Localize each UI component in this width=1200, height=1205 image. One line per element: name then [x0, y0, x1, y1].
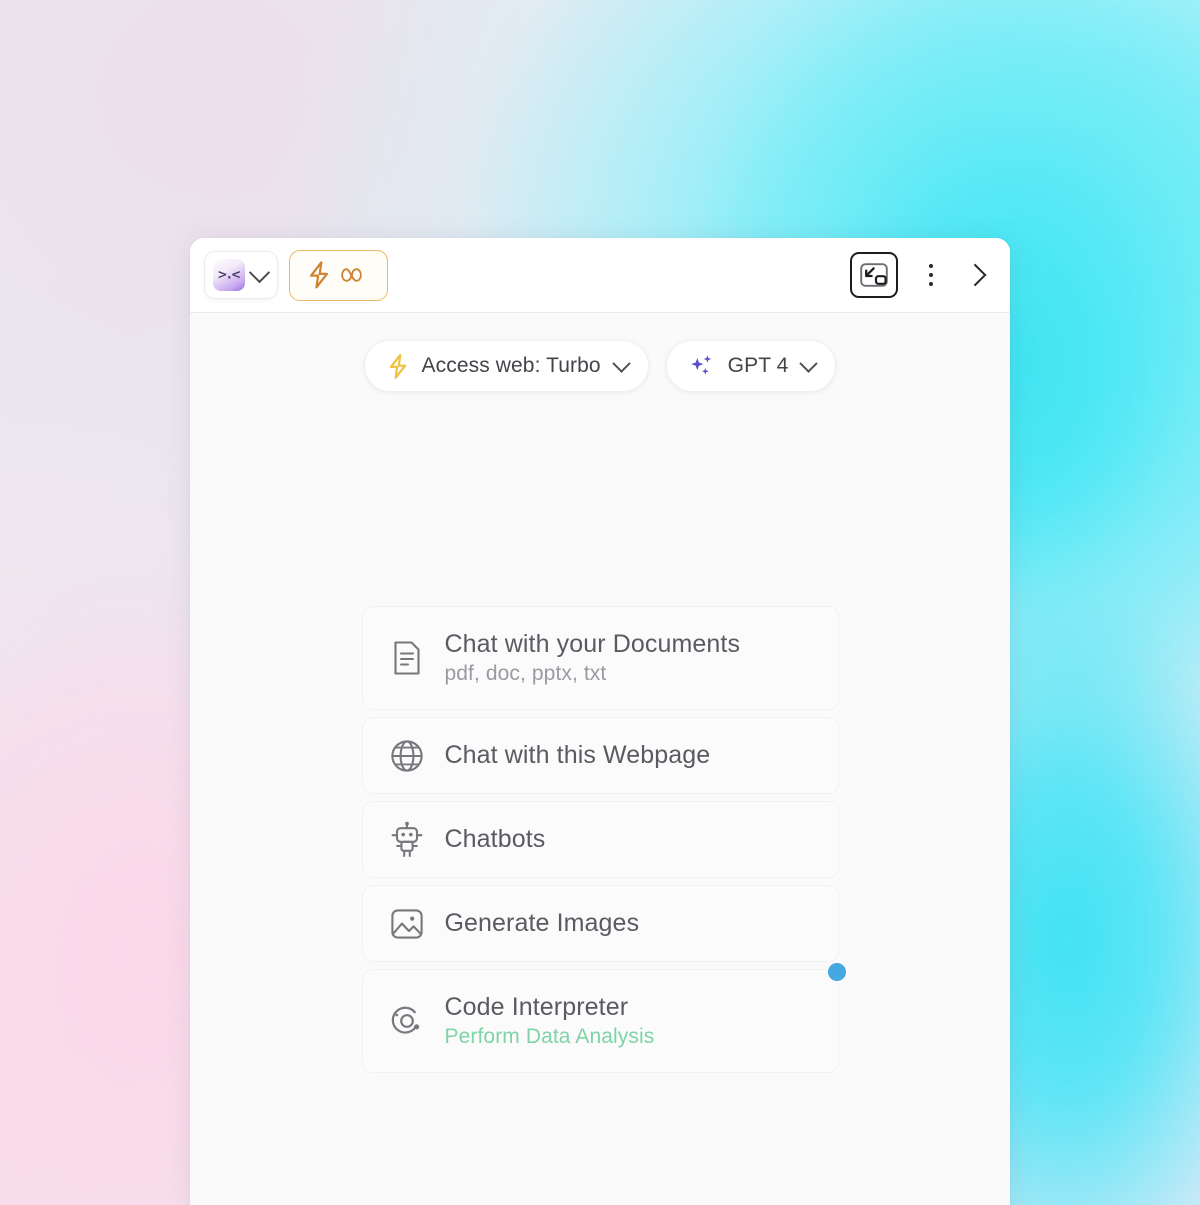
card-generate-images[interactable]: Generate Images: [361, 885, 839, 962]
card-code-interpreter[interactable]: Code Interpreter Perform Data Analysis: [361, 963, 846, 1073]
robot-icon: [389, 821, 425, 858]
extension-panel: >.< Access web: Turbo GPT 4 Chat with yo…: [190, 238, 1010, 1205]
picture-in-picture-button[interactable]: [850, 252, 898, 298]
turbo-mode-button[interactable]: [289, 249, 388, 301]
card-text-group: Chatbots: [445, 824, 546, 855]
card-text-group: Generate Images: [445, 908, 640, 939]
avatar-face-text: >.<: [217, 267, 241, 282]
infinity-icon: [341, 268, 362, 282]
screen-root: >.< Access web: Turbo GPT 4 Chat with yo…: [0, 0, 1200, 1205]
globe-icon: [389, 738, 425, 774]
header-left-group: >.<: [204, 249, 388, 301]
chevron-down-icon: [248, 261, 271, 283]
chevron-down-icon: [611, 353, 631, 373]
card-chatbots[interactable]: Chatbots: [361, 801, 839, 878]
access-web-pill-label: Access web: Turbo: [421, 354, 601, 377]
card-subtitle: pdf, doc, pptx, txt: [444, 661, 607, 685]
profile-selector-button[interactable]: >.<: [204, 251, 278, 299]
kebab-dot: [928, 272, 934, 278]
lightning-bolt-icon: [309, 261, 329, 289]
status-badge: [827, 963, 846, 981]
kaomoji-avatar: >.<: [213, 259, 245, 291]
atom-orbit-icon: [389, 1003, 425, 1039]
model-pill-label: GPT 4: [727, 354, 789, 377]
chevron-right-icon: [963, 263, 987, 287]
image-icon: [389, 906, 425, 942]
card-chat-with-webpage[interactable]: Chat with this Webpage: [361, 717, 839, 794]
card-title: Chat with this Webpage: [444, 741, 711, 770]
card-text-group: Chat with this Webpage: [445, 740, 711, 771]
card-title: Code Interpreter: [444, 993, 629, 1022]
card-chat-with-documents[interactable]: Chat with your Documents pdf, doc, pptx,…: [361, 606, 839, 710]
chevron-down-icon: [799, 353, 819, 373]
kebab-dot: [928, 264, 934, 269]
card-text-group: Code Interpreter Perform Data Analysis: [445, 992, 655, 1049]
collapse-panel-button[interactable]: [963, 258, 992, 292]
picture-in-picture-icon: [860, 263, 888, 287]
access-web-pill[interactable]: Access web: Turbo: [363, 340, 649, 392]
panel-header: >.<: [190, 238, 1010, 313]
header-right-group: [850, 252, 992, 298]
panel-body: Access web: Turbo GPT 4 Chat with your D…: [190, 313, 1010, 1205]
feature-card-list: Chat with your Documents pdf, doc, pptx,…: [361, 606, 846, 1073]
more-options-button[interactable]: [918, 258, 944, 292]
card-title: Chatbots: [444, 825, 546, 854]
document-icon: [389, 640, 425, 676]
card-title: Generate Images: [444, 909, 640, 938]
card-text-group: Chat with your Documents pdf, doc, pptx,…: [445, 629, 741, 686]
kebab-dot: [928, 281, 934, 286]
lightning-bolt-icon: [389, 353, 406, 379]
card-subtitle: Perform Data Analysis: [444, 1024, 655, 1048]
model-pill[interactable]: GPT 4: [665, 340, 837, 392]
sparkles-icon: [690, 355, 711, 375]
mode-pill-row: Access web: Turbo GPT 4: [363, 340, 837, 392]
card-title: Chat with your Documents: [444, 630, 741, 659]
